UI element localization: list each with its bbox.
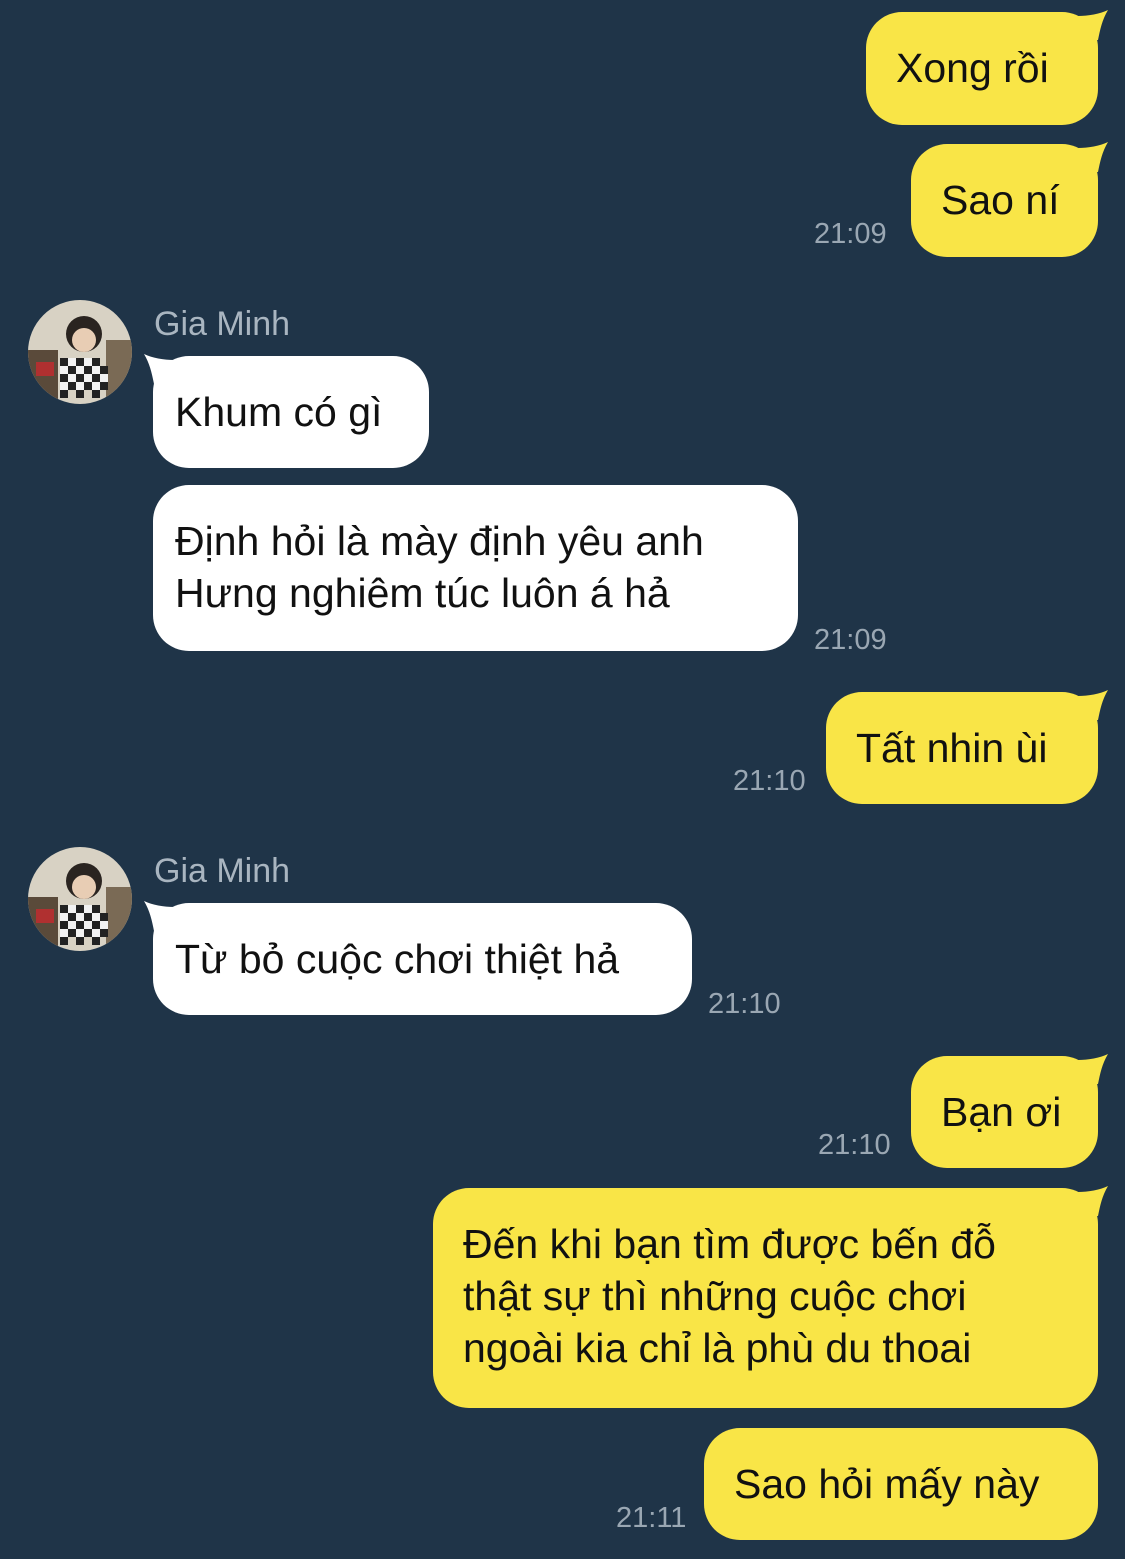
message-bubble-outgoing[interactable]: Xong rồi bbox=[866, 12, 1098, 125]
message-bubble-outgoing[interactable]: Sao ní bbox=[911, 144, 1098, 257]
message-timestamp: 21:10 bbox=[733, 765, 806, 797]
message-timestamp: 21:09 bbox=[814, 624, 887, 656]
sender-name: Gia Minh bbox=[154, 305, 291, 343]
avatar-photo-icon bbox=[28, 847, 132, 951]
sender-name: Gia Minh bbox=[154, 852, 291, 890]
message-bubble-incoming[interactable]: Định hỏi là mày định yêu anh Hưng nghiêm… bbox=[153, 485, 798, 651]
message-bubble-outgoing[interactable]: Sao hỏi mấy này bbox=[704, 1428, 1098, 1540]
message-timestamp: 21:10 bbox=[708, 988, 781, 1020]
contact-avatar[interactable] bbox=[28, 847, 132, 951]
avatar-photo-icon bbox=[28, 300, 132, 404]
message-timestamp: 21:10 bbox=[818, 1129, 891, 1161]
message-bubble-incoming[interactable]: Từ bỏ cuộc chơi thiệt hả bbox=[153, 903, 692, 1015]
message-bubble-outgoing[interactable]: Đến khi bạn tìm được bến đỗ thật sự thì … bbox=[433, 1188, 1098, 1408]
message-bubble-outgoing[interactable]: Tất nhin ùi bbox=[826, 692, 1098, 804]
message-bubble-outgoing[interactable]: Bạn ơi bbox=[911, 1056, 1098, 1168]
message-timestamp: 21:09 bbox=[814, 218, 887, 250]
message-timestamp: 21:11 bbox=[616, 1502, 687, 1534]
message-bubble-incoming[interactable]: Khum có gì bbox=[153, 356, 429, 468]
contact-avatar[interactable] bbox=[28, 300, 132, 404]
